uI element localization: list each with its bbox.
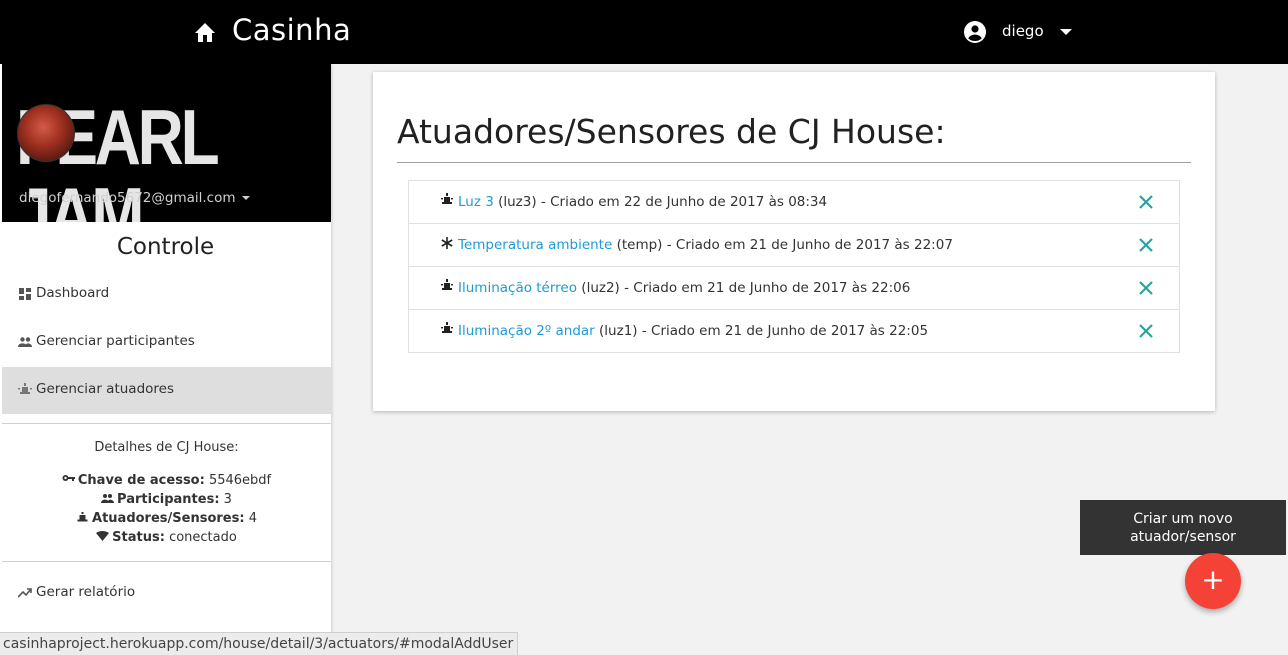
actuator-id: (temp)	[616, 237, 663, 253]
house-details: Detalhes de CJ House: Chave de acesso: 5…	[2, 424, 331, 561]
actuator-created: - Criado em 22 de Junho de 2017 às 08:34	[536, 194, 828, 210]
fab-tooltip: Criar um novo atuador/sensor	[1080, 500, 1286, 555]
list-item: Iluminação térreo (luz2) - Criado em 21 …	[409, 267, 1179, 310]
sidebar-item-label: Dashboard	[36, 285, 110, 301]
actuator-link[interactable]: Temperatura ambiente	[458, 237, 612, 253]
tooltip-line: Criar um novo	[1133, 511, 1233, 527]
detail-label: Status:	[112, 530, 165, 545]
tooltip-line: atuador/sensor	[1130, 529, 1236, 545]
brand-title[interactable]: Casinha	[232, 13, 351, 47]
actuators-card: Atuadores/Sensores de CJ House: Luz 3 (l…	[373, 72, 1215, 411]
detail-actuators: Atuadores/Sensores: 4	[2, 511, 331, 526]
actuator-created: - Criado em 21 de Junho de 2017 às 22:07	[662, 237, 953, 253]
actuator-id: (luz1)	[599, 323, 638, 339]
actuator-link[interactable]: Luz 3	[458, 194, 494, 210]
account-email[interactable]: diegofernando5672@gmail.com	[19, 190, 250, 206]
detail-label: Atuadores/Sensores:	[92, 511, 245, 526]
delete-close-icon[interactable]	[1138, 194, 1154, 210]
lightbulb-icon	[441, 193, 453, 204]
profile-banner: PEARL JAM diegofernando5672@gmail.com	[2, 64, 331, 222]
detail-value: conectado	[169, 530, 237, 545]
delete-close-icon[interactable]	[1138, 323, 1154, 339]
sidebar-item-participants[interactable]: Gerenciar participantes	[2, 319, 331, 366]
dashboard-icon	[19, 288, 31, 300]
email-dropdown-caret-icon[interactable]	[241, 196, 250, 200]
detail-label: Chave de acesso:	[77, 473, 205, 488]
sidebar-item-dashboard[interactable]: Dashboard	[2, 271, 331, 318]
avatar[interactable]	[17, 104, 75, 162]
actuator-created: - Criado em 21 de Junho de 2017 às 22:06	[619, 280, 911, 296]
wifi-signal-icon	[96, 531, 110, 541]
sidebar-item-report[interactable]: Gerar relatório	[2, 570, 331, 617]
sidebar-item-label: Gerar relatório	[36, 584, 136, 600]
title-divider	[397, 162, 1191, 163]
detail-access-key: Chave de acesso: 5546ebdf	[2, 473, 331, 488]
list-item: Iluminação 2º andar (luz1) - Criado em 2…	[409, 310, 1179, 352]
sidebar-item-actuators[interactable]: Gerenciar atuadores	[2, 367, 331, 414]
snowflake-icon	[441, 237, 453, 249]
sidebar-item-label: Gerenciar participantes	[36, 333, 195, 349]
lightbulb-icon	[18, 383, 32, 394]
actuator-id: (luz3)	[498, 194, 537, 210]
section-title: Controle	[116, 234, 215, 260]
account-circle-icon[interactable]	[963, 20, 987, 44]
detail-label: Participantes:	[117, 492, 220, 507]
actuator-created: - Criado em 21 de Junho de 2017 às 22:05	[637, 323, 929, 339]
lightbulb-icon	[77, 512, 88, 522]
delete-close-icon[interactable]	[1138, 237, 1154, 253]
detail-value: 4	[248, 511, 257, 526]
user-menu-name[interactable]: diego	[1002, 22, 1044, 40]
people-icon	[18, 337, 32, 347]
lightbulb-icon	[441, 279, 453, 290]
key-icon	[62, 475, 75, 481]
top-navbar: Casinha diego	[0, 0, 1288, 64]
browser-status-url: casinhaproject.herokuapp.com/house/detai…	[0, 632, 519, 655]
home-icon[interactable]	[193, 21, 217, 43]
actuator-id: (luz2)	[581, 280, 620, 296]
lightbulb-icon	[441, 322, 453, 333]
list-item: Temperatura ambiente (temp) - Criado em …	[409, 224, 1179, 267]
detail-participants: Participantes: 3	[2, 492, 331, 507]
account-email-text[interactable]: diegofernando5672@gmail.com	[19, 190, 236, 206]
delete-close-icon[interactable]	[1138, 280, 1154, 296]
page-title: Atuadores/Sensores de CJ House:	[397, 112, 946, 151]
list-item: Luz 3 (luz3) - Criado em 22 de Junho de …	[409, 181, 1179, 224]
people-icon	[101, 494, 115, 503]
detail-value: 5546ebdf	[208, 473, 272, 488]
actuator-link[interactable]: Iluminação térreo	[458, 280, 577, 296]
actuator-link[interactable]: Iluminação 2º andar	[458, 323, 595, 339]
sidebar-item-label: Gerenciar atuadores	[36, 381, 174, 397]
dropdown-caret-icon[interactable]	[1060, 29, 1072, 35]
detail-value: 3	[223, 492, 232, 507]
sidebar: PEARL JAM diegofernando5672@gmail.com Co…	[0, 64, 331, 654]
add-actuator-button[interactable]: +	[1185, 553, 1241, 609]
actuator-list: Luz 3 (luz3) - Criado em 22 de Junho de …	[408, 180, 1180, 353]
trending-up-icon	[18, 588, 32, 598]
details-title: Detalhes de CJ House:	[94, 440, 239, 455]
divider	[2, 561, 331, 562]
detail-status: Status: conectado	[2, 530, 331, 545]
